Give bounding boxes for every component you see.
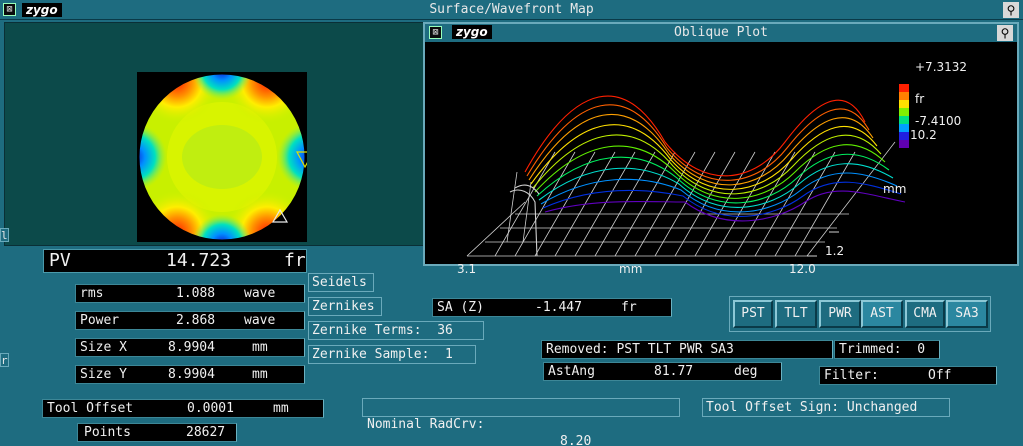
surface-map-image (138, 73, 314, 241)
oblique-pin-icon[interactable]: ⚲ (997, 25, 1013, 41)
zernike-sample-field[interactable]: Zernike Sample: 1 (308, 345, 476, 364)
rms-unit: wave (244, 286, 276, 301)
size-x-label: Size X (80, 340, 127, 355)
oblique-plot-canvas[interactable] (425, 42, 1017, 264)
oblique-title: Oblique Plot (674, 25, 768, 40)
rms-label: rms (80, 286, 104, 301)
tool-offset-field: Tool Offset 0.0001 mm (42, 399, 324, 418)
power-value: 2.868 (176, 313, 216, 328)
filter-label: Filter: (824, 368, 879, 383)
pv-value: 14.723 (166, 250, 232, 271)
zernikes-button[interactable]: Zernikes (308, 297, 382, 316)
pin-icon[interactable]: ⚲ (1003, 2, 1019, 18)
oblique-title-bar: ⊠ zygo Oblique Plot ⚲ (425, 24, 1017, 42)
sa-unit: fr (621, 300, 637, 315)
tool-offset-sign-field[interactable]: Tool Offset Sign: Unchanged (702, 398, 950, 417)
points-field: Points 28627 (77, 423, 237, 442)
astang-field: AstAng 81.77 deg (543, 362, 782, 381)
removed-field: Removed: PST TLT PWR SA3 (541, 340, 833, 359)
y-min-label: 1.2 (825, 244, 845, 258)
y-axis-label: mm (883, 182, 907, 196)
rms-field: rms 1.088 wave (75, 284, 305, 303)
term-button-ast[interactable]: AST (861, 300, 903, 328)
tool-offset-label: Tool Offset (47, 401, 134, 416)
radcrv-field[interactable]: Nominal RadCrv: 8.20 mm (362, 398, 680, 446)
size-y-label: Size Y (80, 367, 127, 382)
radcrv-value: 8.20 (560, 434, 592, 446)
astang-label: AstAng (548, 364, 595, 379)
filter-value: Off (928, 368, 952, 383)
filter-field[interactable]: Filter: Off (819, 366, 997, 385)
color-scale-bar (899, 84, 909, 148)
seidels-button[interactable]: Seidels (308, 273, 374, 292)
pv-label: PV (49, 250, 71, 271)
points-label: Points (84, 425, 131, 440)
scale-unit-label: fr (915, 92, 925, 106)
title-bar: ⊠ zygo Surface/Wavefront Map ⚲ (0, 0, 1023, 20)
term-button-tlt[interactable]: TLT (775, 300, 817, 328)
oblique-plot-window: ⊠ zygo Oblique Plot ⚲ +7.3132 fr -7.4100… (423, 22, 1019, 276)
term-button-cma[interactable]: CMA (905, 300, 945, 328)
astang-unit: deg (734, 364, 758, 379)
y-max-label: 10.2 (910, 128, 937, 142)
edge-tab-left[interactable]: l (0, 228, 9, 242)
pv-readout: PV 14.723 fr (43, 249, 307, 273)
size-x-unit: mm (252, 340, 268, 355)
x-min-label: 3.1 (457, 262, 477, 276)
power-unit: wave (244, 313, 276, 328)
points-value: 28627 (186, 425, 226, 440)
rms-value: 1.088 (176, 286, 216, 301)
zernike-terms-field[interactable]: Zernike Terms: 36 (308, 321, 484, 340)
trimmed-field: Trimmed: 0 (834, 340, 940, 359)
tool-offset-unit: mm (273, 401, 289, 416)
scale-max-label: +7.3132 (915, 60, 968, 74)
x-max-label: 12.0 (789, 262, 816, 276)
size-x-value: 8.9904 (168, 340, 215, 355)
x-axis-label: mm (619, 262, 643, 276)
surface-map-canvas[interactable] (137, 72, 314, 242)
size-x-field: Size X 8.9904 mm (75, 338, 305, 357)
size-y-field: Size Y 8.9904 mm (75, 365, 305, 384)
edge-tab-right[interactable]: r (0, 353, 9, 367)
size-y-value: 8.9904 (168, 367, 215, 382)
surface-map-panel (4, 22, 424, 246)
radcrv-label: Nominal RadCrv: (367, 417, 485, 432)
pv-unit: fr (284, 250, 306, 271)
sa-field: SA (Z) -1.447 fr (432, 298, 672, 317)
sa-value: -1.447 (535, 300, 582, 315)
term-button-pst[interactable]: PST (733, 300, 773, 328)
tool-offset-value: 0.0001 (187, 401, 234, 416)
scale-min-label: -7.4100 (915, 114, 962, 128)
term-button-sa3[interactable]: SA3 (946, 300, 988, 328)
window-title: Surface/Wavefront Map (429, 2, 594, 17)
term-button-pwr[interactable]: PWR (819, 300, 861, 328)
power-field: Power 2.868 wave (75, 311, 305, 330)
size-y-unit: mm (252, 367, 268, 382)
sa-label: SA (Z) (437, 300, 484, 315)
power-label: Power (80, 313, 120, 328)
astang-value: 81.77 (654, 364, 694, 379)
